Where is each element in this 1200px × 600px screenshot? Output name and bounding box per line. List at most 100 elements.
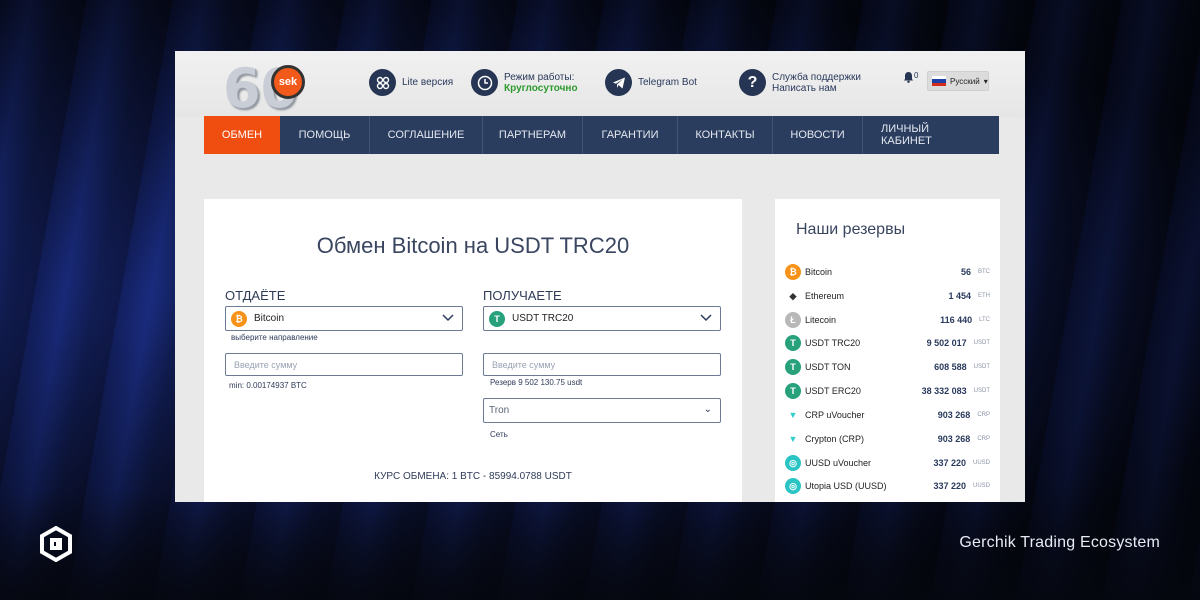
chevron-down-icon: ⌄	[703, 404, 712, 415]
chevron-down-icon	[442, 314, 454, 322]
nav-item-guarantees[interactable]: ГАРАНТИИ	[583, 116, 678, 154]
tether-icon: T	[785, 359, 801, 375]
get-currency-select[interactable]: T USDT TRC20	[483, 306, 721, 331]
language-label: Русский	[950, 76, 980, 86]
notifications-button[interactable]: 0	[903, 71, 921, 91]
clock-icon	[471, 69, 498, 96]
nav-item-partners[interactable]: ПАРТНЕРАМ	[483, 116, 583, 154]
exchange-rate: КУРС ОБМЕНА: 1 BTC - 85994.0788 USDT	[374, 471, 572, 482]
reserve-amount: 337 220	[933, 458, 966, 468]
notifications-count: 0	[914, 71, 919, 80]
reserve-amount: 903 268	[937, 434, 971, 444]
give-currency: Bitcoin	[254, 313, 285, 324]
reserves-title: Наши резервы	[796, 221, 906, 238]
give-label: ОТДАЁТЕ	[225, 288, 286, 303]
support-sub: Написать нам	[772, 82, 837, 94]
reserve-name: UUSD uVoucher	[805, 458, 872, 468]
ethereum-icon: ◆	[785, 288, 801, 304]
bitcoin-icon: ₿	[231, 310, 247, 327]
give-currency-select[interactable]: ₿ Bitcoin	[225, 306, 463, 331]
reserve-unit: USDT	[973, 340, 990, 346]
reserve-unit: BTC	[978, 269, 990, 275]
telegram-label: Telegram Bot	[638, 77, 697, 88]
reserve-row[interactable]: ◆ Ethereum 1 454 ETH	[785, 286, 990, 306]
get-label: ПОЛУЧАЕТЕ	[483, 288, 562, 303]
russia-flag-icon	[932, 76, 946, 86]
reserve-name: Utopia USD (UUSD)	[805, 481, 887, 491]
support-text: Служба поддержки Написать нам	[772, 72, 861, 94]
hours-value: Круглосуточно	[504, 82, 578, 94]
reserve-amount: 9 502 017	[926, 338, 967, 348]
reserve-amount: 1 454	[948, 291, 971, 301]
reserve-unit: CRP	[977, 436, 990, 442]
reserve-amount: 903 268	[937, 410, 971, 420]
language-select[interactable]: Русский ▾	[927, 71, 989, 91]
reserve-name: CRP uVoucher	[805, 410, 865, 420]
reserve-unit: UUSD	[972, 483, 990, 489]
question-icon: ?	[739, 69, 766, 96]
get-currency: USDT TRC20	[512, 313, 574, 324]
reserve-amount: 608 588	[934, 362, 967, 372]
give-amount-input[interactable]: Введите сумму	[225, 353, 463, 376]
support-label: Служба поддержки	[772, 71, 862, 83]
nav-item-help[interactable]: ПОМОЩЬ	[280, 116, 370, 154]
reserve-amount: 56	[960, 267, 971, 277]
nav-item-contacts[interactable]: КОНТАКТЫ	[678, 116, 773, 154]
crp-icon: ▼	[785, 431, 801, 447]
grid-icon	[369, 69, 396, 96]
reserve-unit: USDT	[973, 388, 990, 394]
reserve-unit: CRP	[977, 412, 990, 418]
screenshot-frame: 60 sek Lite версия Режим работы: Круглос…	[175, 51, 1025, 502]
reserve-row[interactable]: ▼ Crypton (CRP) 903 268 CRP	[785, 429, 990, 449]
reserve-row[interactable]: Ł Litecoin 116 440 LTC	[785, 310, 990, 330]
reserve-name: Bitcoin	[805, 267, 833, 277]
get-reserve: Резерв 9 502 130.75 usdt	[490, 378, 583, 387]
reserve-name: Ethereum	[805, 291, 845, 301]
chevron-down-icon	[700, 314, 712, 322]
network-label: Сеть	[490, 430, 508, 439]
reserve-row[interactable]: ▼ CRP uVoucher 903 268 CRP	[785, 405, 990, 425]
reserve-unit: LTC	[979, 317, 990, 323]
reserve-amount: 337 220	[933, 481, 966, 491]
reserve-row[interactable]: T USDT TRC20 9 502 017 USDT	[785, 333, 990, 353]
exchange-card: Обмен Bitcoin на USDT TRC20 ОТДАЁТЕ ₿ Bi…	[204, 199, 742, 502]
get-amount-input[interactable]: Введите сумму	[483, 353, 721, 376]
support-link[interactable]: ? Служба поддержки Написать нам	[739, 69, 861, 96]
give-min: min: 0.00174937 BTC	[229, 381, 307, 390]
reserve-name: Litecoin	[805, 315, 837, 325]
site-logo[interactable]: 60 sek	[223, 55, 311, 120]
nav-item-account[interactable]: ЛИЧНЫЙ КАБИНЕТ	[863, 116, 999, 154]
tether-icon: T	[785, 383, 801, 399]
nav-item-news[interactable]: НОВОСТИ	[773, 116, 863, 154]
reserve-row[interactable]: ₿ Bitcoin 56 BTC	[785, 262, 990, 282]
logo-badge: sek	[271, 65, 305, 99]
reserve-amount: 38 332 083	[921, 386, 967, 396]
reserve-unit: ETH	[978, 293, 990, 299]
hours-text: Режим работы: Круглосуточно	[504, 72, 578, 94]
network-select[interactable]: Tron ⌄	[483, 398, 721, 423]
exchange-title: Обмен Bitcoin на USDT TRC20	[316, 233, 630, 258]
network-value: Tron	[489, 405, 510, 416]
reserve-row[interactable]: ◎ Utopia USD (UUSD) 337 220 UUSD	[785, 476, 990, 496]
nav-item-agreement[interactable]: СОГЛАШЕНИЕ	[370, 116, 483, 154]
topbar: 60 sek Lite версия Режим работы: Круглос…	[175, 51, 1025, 120]
caret-down-icon: ▾	[983, 76, 988, 86]
uusd-icon: ◎	[785, 455, 801, 471]
reserve-name: Crypton (CRP)	[805, 434, 865, 444]
reserve-name: USDT ERC20	[805, 386, 861, 396]
footer-brand: Gerchik Trading Ecosystem	[959, 534, 1160, 551]
hours-label: Режим работы:	[504, 71, 575, 83]
working-hours: Режим работы: Круглосуточно	[471, 69, 578, 96]
telegram-bot-link[interactable]: Telegram Bot	[605, 69, 697, 96]
crp-icon: ▼	[785, 407, 801, 423]
reserves-card: Наши резервы ₿ Bitcoin 56 BTC ◆ Ethereum…	[775, 199, 1000, 502]
bell-icon	[904, 72, 913, 83]
lite-version-link[interactable]: Lite версия	[369, 69, 453, 96]
reserve-row[interactable]: T USDT TON 608 588 USDT	[785, 357, 990, 377]
uusd-icon: ◎	[785, 478, 801, 494]
nav-item-exchange[interactable]: ОБМЕН	[204, 116, 280, 154]
reserve-row[interactable]: T USDT ERC20 38 332 083 USDT	[785, 381, 990, 401]
bitcoin-icon: ₿	[785, 264, 801, 280]
reserve-row[interactable]: ◎ UUSD uVoucher 337 220 UUSD	[785, 453, 990, 473]
tether-icon: T	[489, 310, 505, 327]
